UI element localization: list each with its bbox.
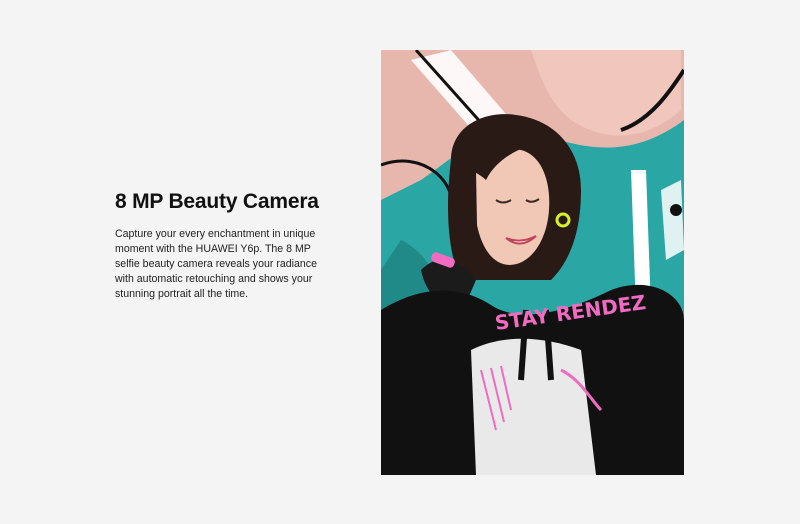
feature-text-block: 8 MP Beauty Camera Capture your every en… [115,189,325,302]
page: { "feature": { "title": "8 MP Beauty Cam… [0,0,800,524]
feature-description: Capture your every enchantment in unique… [115,228,317,300]
selfie-photo: STAY RENDEZ [381,50,684,475]
selfie-photo-illustration: STAY RENDEZ [381,50,684,475]
feature-title: 8 MP Beauty Camera [115,190,319,213]
